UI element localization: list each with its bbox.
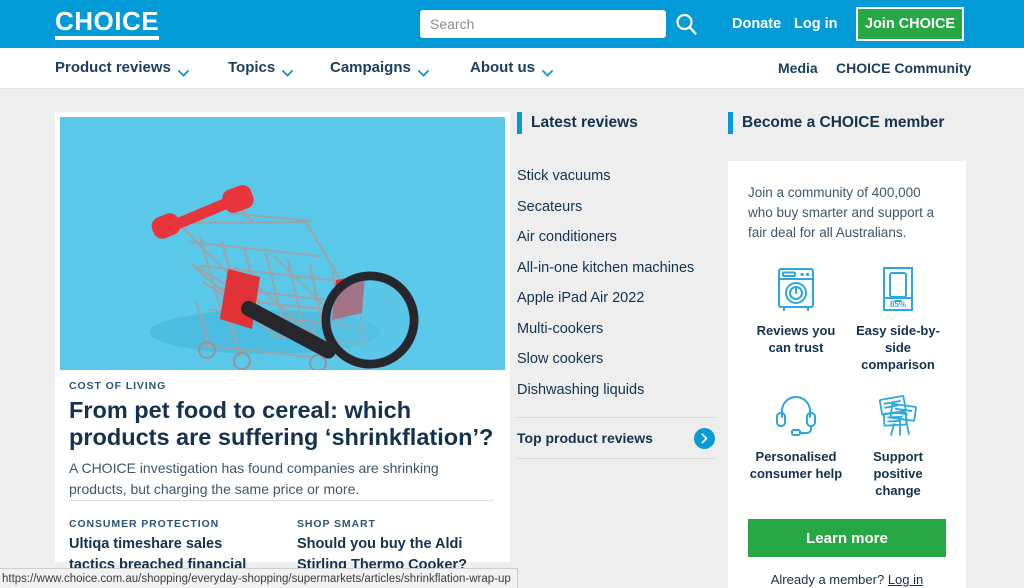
chevron-down-icon <box>542 64 553 77</box>
list-item[interactable]: Slow cookers <box>517 344 715 375</box>
browser-page: CHOICE Donate Log in Join CHOICE Product… <box>0 0 1024 588</box>
benefit-item: Support positive change <box>850 387 946 499</box>
status-bar-url: https://www.choice.com.au/shopping/every… <box>0 568 518 588</box>
benefit-item: Personalised consumer help <box>748 387 844 499</box>
list-item[interactable]: All-in-one kitchen machines <box>517 253 715 284</box>
article-description: A CHOICE investigation has found compani… <box>69 460 439 497</box>
chevron-down-icon <box>282 64 294 77</box>
article-kicker: COST OF LIVING <box>69 380 167 392</box>
divider <box>69 500 494 501</box>
nav-label: Campaigns <box>330 59 411 76</box>
latest-reviews-section: Latest reviews Stick vacuums Secateurs A… <box>517 112 715 459</box>
nav-item-campaigns[interactable]: Campaigns <box>330 59 429 77</box>
nav-item-topics[interactable]: Topics <box>228 59 294 77</box>
list-item[interactable]: Air conditioners <box>517 222 715 253</box>
benefit-label: Personalised consumer help <box>749 449 843 481</box>
donate-link[interactable]: Donate <box>732 16 781 32</box>
smartphone-comparison-icon: 85% <box>850 261 946 317</box>
benefit-label: Support positive change <box>873 449 923 498</box>
divider <box>517 458 715 459</box>
learn-more-button[interactable]: Learn more <box>748 519 946 557</box>
member-panel-section: Become a CHOICE member Join a community … <box>728 112 966 588</box>
review-list: Stick vacuums Secateurs Air conditioners… <box>517 161 715 405</box>
benefit-item: Reviews you can trust <box>748 261 844 373</box>
search-box <box>420 10 666 38</box>
list-item[interactable]: Multi-cookers <box>517 314 715 345</box>
list-item[interactable]: Secateurs <box>517 192 715 223</box>
section-heading: Latest reviews <box>517 112 715 134</box>
article-headline[interactable]: From pet food to cereal: which products … <box>69 397 494 451</box>
washing-machine-icon <box>748 261 844 317</box>
benefit-grid: Reviews you can trust 85% Easy side-by-s… <box>748 261 946 499</box>
chevron-down-icon <box>417 64 429 77</box>
search-input[interactable] <box>420 10 666 38</box>
site-header: CHOICE Donate Log in Join CHOICE <box>0 0 1024 48</box>
nav-item-choice-community[interactable]: CHOICE Community <box>836 60 971 76</box>
member-intro-text: Join a community of 400,000 who buy smar… <box>748 185 935 240</box>
nav-item-about-us[interactable]: About us <box>470 59 553 77</box>
accent-bar <box>728 112 733 134</box>
member-card: Join a community of 400,000 who buy smar… <box>728 161 966 588</box>
featured-article-body: COST OF LIVING From pet food to cereal: … <box>69 380 494 500</box>
section-title: Become a CHOICE member <box>742 114 945 131</box>
nav-item-media[interactable]: Media <box>778 60 818 76</box>
benefit-label: Reviews you can trust <box>756 323 836 355</box>
list-item[interactable]: Stick vacuums <box>517 161 715 192</box>
article-kicker: CONSUMER PROTECTION <box>69 518 220 530</box>
list-item[interactable]: Dishwashing liquids <box>517 375 715 406</box>
top-product-reviews-link[interactable]: Top product reviews <box>517 418 715 458</box>
section-heading: Become a CHOICE member <box>728 112 966 134</box>
login-link[interactable]: Log in <box>794 16 838 32</box>
main-content: COST OF LIVING From pet food to cereal: … <box>0 89 1024 588</box>
featured-article-image[interactable] <box>60 117 505 370</box>
join-choice-button[interactable]: Join CHOICE <box>856 7 964 41</box>
section-title: Latest reviews <box>531 114 638 131</box>
nav-label: Product reviews <box>55 59 171 76</box>
article-kicker: SHOP SMART <box>297 518 376 530</box>
placards-icon <box>850 387 946 443</box>
featured-article-card: COST OF LIVING From pet food to cereal: … <box>55 112 510 588</box>
chevron-right-icon <box>694 427 715 449</box>
choice-logo[interactable]: CHOICE <box>55 8 160 40</box>
search-icon[interactable] <box>674 12 698 36</box>
main-navigation: Product reviews Topics Campaigns About u… <box>0 48 1024 89</box>
headset-icon <box>748 387 844 443</box>
already-member-label: Already a member? <box>770 572 885 587</box>
benefit-label: Easy side-by-side comparison <box>856 323 940 372</box>
nav-item-product-reviews[interactable]: Product reviews <box>55 59 189 77</box>
nav-label: Topics <box>228 59 276 76</box>
benefit-item: 85% Easy side-by-side comparison <box>850 261 946 373</box>
svg-text:85%: 85% <box>890 300 906 309</box>
accent-bar <box>517 112 522 134</box>
chevron-down-icon <box>177 64 189 77</box>
already-member-text: Already a member? Log in <box>748 572 946 587</box>
member-login-link[interactable]: Log in <box>888 572 923 587</box>
list-item[interactable]: Apple iPad Air 2022 <box>517 283 715 314</box>
nav-label: About us <box>470 59 535 76</box>
link-label: Top product reviews <box>517 430 653 446</box>
